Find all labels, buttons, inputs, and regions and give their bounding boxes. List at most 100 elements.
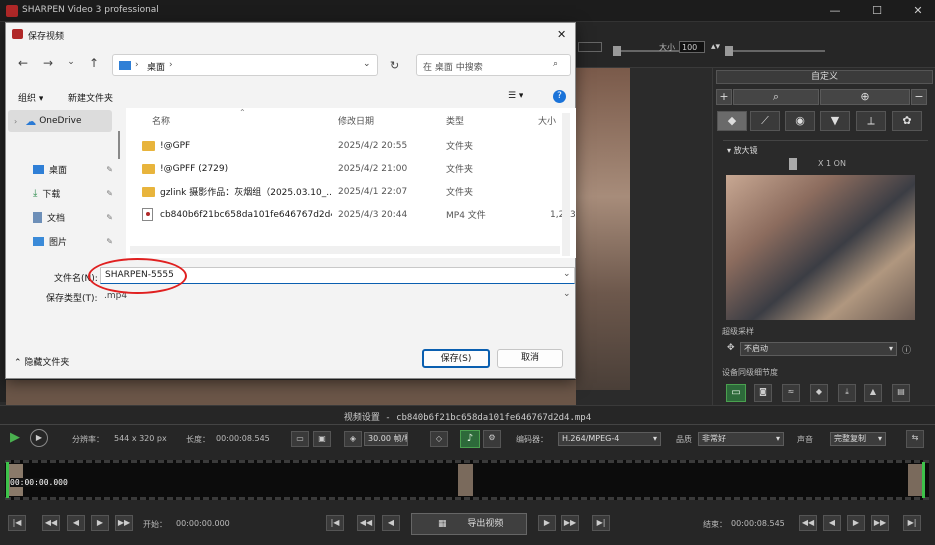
- prev-icon[interactable]: ◀: [382, 515, 400, 531]
- export-settings-icon[interactable]: ⇆: [906, 430, 924, 448]
- zoom-slider-handle[interactable]: [613, 46, 621, 56]
- add-button[interactable]: +: [716, 89, 732, 105]
- view-menu[interactable]: ☰ ▾: [508, 91, 523, 101]
- file-list-hscrollbar[interactable]: [130, 246, 560, 254]
- super-res-select[interactable]: 不启动 ▾: [740, 342, 897, 356]
- filename-dropdown-icon[interactable]: ⌄: [563, 269, 571, 279]
- landscape-detail-icon[interactable]: ▭: [726, 384, 746, 402]
- mountain-icon[interactable]: ▲: [864, 384, 882, 402]
- refresh-icon[interactable]: ↻: [390, 59, 399, 72]
- rewind-fast-icon[interactable]: ◀◀: [42, 515, 60, 531]
- search-icon[interactable]: ⌕: [733, 89, 819, 105]
- sidebar-item-pictures[interactable]: 图片 ✎: [33, 230, 113, 252]
- zoom-spin-icon[interactable]: ▴▾: [711, 42, 720, 52]
- gear-icon[interactable]: ⚙: [483, 430, 501, 448]
- save-button[interactable]: 保存(S): [422, 349, 490, 368]
- next-fast-icon[interactable]: ▶▶: [561, 515, 579, 531]
- magnifier-slider-handle[interactable]: [789, 158, 797, 170]
- fps-icon[interactable]: ◈: [344, 431, 362, 447]
- back-arrow-icon[interactable]: ←: [14, 56, 32, 70]
- sidebar-item-documents[interactable]: 文档 ✎: [33, 206, 113, 228]
- step-forward-icon[interactable]: ▶: [91, 515, 109, 531]
- end-rewind-fast-icon[interactable]: ◀◀: [799, 515, 817, 531]
- brush-icon[interactable]: ⟋: [750, 111, 780, 131]
- search-box[interactable]: 在 桌面 中搜索 ⌕: [416, 54, 571, 76]
- column-header-date[interactable]: 修改日期: [338, 114, 374, 127]
- wave-icon[interactable]: ≈: [782, 384, 800, 402]
- toolbar-icon[interactable]: [578, 42, 602, 52]
- maximize-button[interactable]: ☐: [869, 3, 885, 19]
- organize-menu[interactable]: 组织 ▾: [18, 91, 43, 104]
- lock-icon[interactable]: ◇: [430, 431, 448, 447]
- column-header-size[interactable]: 大小: [538, 114, 556, 127]
- help-icon[interactable]: ?: [553, 90, 566, 103]
- next-icon[interactable]: ▶: [538, 515, 556, 531]
- audio-select[interactable]: 完整复制 ▾: [830, 432, 886, 446]
- forward-fast-icon[interactable]: ▶▶: [115, 515, 133, 531]
- address-dropdown-icon[interactable]: ⌄: [363, 59, 371, 69]
- camera-icon[interactable]: ◙: [754, 384, 772, 402]
- set-start-icon[interactable]: |◀: [326, 515, 344, 531]
- gem-icon[interactable]: ◆: [810, 384, 828, 402]
- secondary-slider[interactable]: [725, 50, 825, 52]
- step-back-icon[interactable]: ◀: [67, 515, 85, 531]
- end-step-back-icon[interactable]: ◀: [823, 515, 841, 531]
- sidebar-item-desktop[interactable]: 桌面 ✎: [33, 158, 113, 180]
- diamond-icon[interactable]: ◆: [717, 111, 747, 131]
- play-icon[interactable]: ▶: [10, 430, 24, 446]
- file-row[interactable]: !@GPF 2025/4/2 20:55 文件夹: [142, 134, 572, 157]
- set-end-icon[interactable]: ▶|: [592, 515, 610, 531]
- go-end-icon[interactable]: ▶|: [903, 515, 921, 531]
- quality-select[interactable]: 非常好 ▾: [698, 432, 784, 446]
- up-arrow-icon[interactable]: ↑: [85, 56, 103, 70]
- play-preview-icon[interactable]: ▶: [30, 429, 48, 447]
- color-wheel-icon[interactable]: ◉: [785, 111, 815, 131]
- file-row[interactable]: cb840b6f21bc658da101fe646767d2d4 2025/4/…: [142, 203, 576, 226]
- monitor-icon[interactable]: ▭: [291, 431, 309, 447]
- audio-icon[interactable]: ♪: [460, 430, 480, 448]
- go-start-icon[interactable]: |◀: [8, 515, 26, 531]
- column-header-type[interactable]: 类型: [446, 114, 464, 127]
- forward-arrow-icon[interactable]: →: [39, 56, 57, 70]
- breadcrumb-desktop[interactable]: 桌面: [147, 60, 165, 73]
- sidebar-scrollbar[interactable]: [118, 131, 120, 159]
- prev-fast-icon[interactable]: ◀◀: [357, 515, 375, 531]
- sidebar-item-onedrive[interactable]: › ☁ OneDrive: [14, 110, 82, 132]
- hide-folders-toggle[interactable]: ⌃ 隐藏文件夹: [14, 355, 69, 368]
- timeline-start-marker[interactable]: [6, 462, 9, 498]
- aperture-icon[interactable]: ✿: [892, 111, 922, 131]
- fps-value[interactable]: 30.00 帧/秒: [364, 432, 408, 446]
- file-row[interactable]: !@GPFF (2729) 2025/4/2 21:00 文件夹: [142, 157, 572, 180]
- target-icon[interactable]: ⊕: [820, 89, 910, 105]
- expand-chevron-icon[interactable]: ›: [14, 117, 17, 126]
- end-step-forward-icon[interactable]: ▶: [847, 515, 865, 531]
- search-input[interactable]: 在 桌面 中搜索: [423, 60, 483, 73]
- minimize-button[interactable]: —: [827, 3, 843, 19]
- column-header-name[interactable]: 名称: [152, 114, 170, 127]
- dialog-close-icon[interactable]: ✕: [557, 28, 566, 41]
- zoom-value[interactable]: 100: [679, 41, 705, 53]
- image-icon[interactable]: ▤: [892, 384, 910, 402]
- close-button[interactable]: ✕: [910, 3, 926, 19]
- filetype-dropdown-icon[interactable]: ⌄: [563, 289, 571, 299]
- sidebar-item-downloads[interactable]: ⤓ 下载 ✎: [33, 182, 113, 204]
- download-icon[interactable]: ⤓: [838, 384, 856, 402]
- new-folder-button[interactable]: 新建文件夹: [68, 91, 113, 104]
- nav-sidebar: › ☁ OneDrive 桌面 ✎ ⤓ 下载 ✎ 文档 ✎ 图片 ✎: [6, 108, 118, 258]
- timeline-end-marker[interactable]: [922, 462, 925, 498]
- export-button[interactable]: ▦ 导出视频: [411, 513, 527, 535]
- cancel-button[interactable]: 取消: [497, 349, 563, 368]
- encoder-select[interactable]: H.264/MPEG-4 ▾: [558, 432, 661, 446]
- preset-selector[interactable]: 自定义: [716, 70, 933, 84]
- secondary-slider-handle[interactable]: [725, 46, 733, 56]
- recent-locations-icon[interactable]: ⌄: [62, 57, 80, 67]
- info-icon[interactable]: ⓘ: [902, 343, 911, 356]
- end-forward-fast-icon[interactable]: ▶▶: [871, 515, 889, 531]
- nodes-icon[interactable]: ⟂: [856, 111, 886, 131]
- fit-icon[interactable]: ▣: [313, 431, 331, 447]
- file-row[interactable]: gzlink 摄影作品：灰烟组（2025.03.10_... 2025/4/1 …: [142, 180, 572, 203]
- remove-button[interactable]: −: [911, 89, 927, 105]
- file-list-scrollbar[interactable]: [562, 113, 570, 256]
- rgb-icon[interactable]: ▼: [820, 111, 850, 131]
- address-bar[interactable]: › 桌面 › ⌄: [112, 54, 378, 76]
